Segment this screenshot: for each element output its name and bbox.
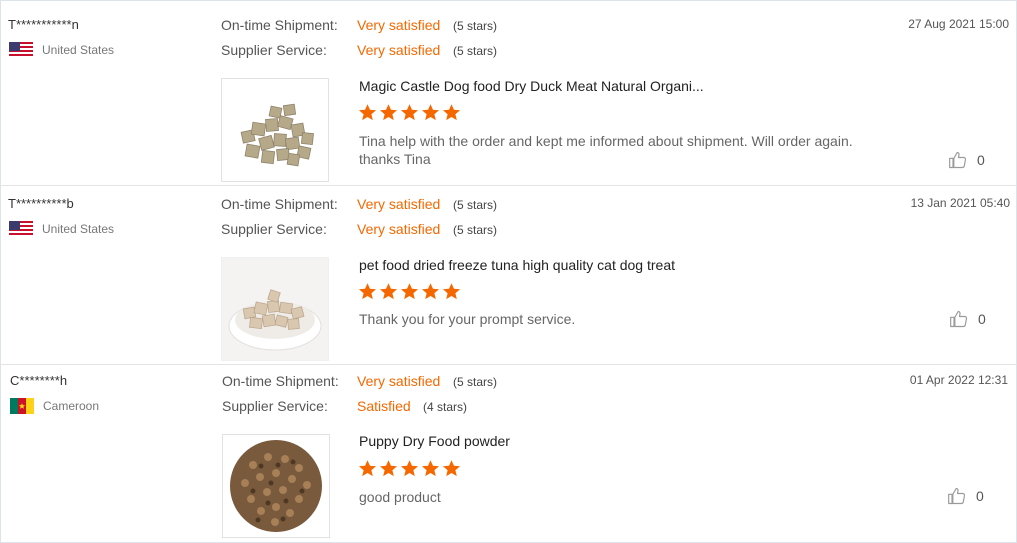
shipment-value: Very satisfied	[357, 373, 441, 389]
product-thumbnail[interactable]	[221, 78, 329, 182]
service-label: Supplier Service:	[221, 221, 327, 237]
star-icon	[379, 283, 398, 300]
reviewer-name: C********h	[10, 373, 68, 388]
shipment-label: On-time Shipment:	[222, 373, 339, 389]
shipment-stars-text: (5 stars)	[453, 198, 498, 212]
product-title[interactable]: Magic Castle Dog food Dry Duck Meat Natu…	[359, 78, 704, 94]
review-comment: Thank you for your prompt service.	[359, 311, 576, 327]
service-label: Supplier Service:	[222, 398, 328, 414]
service-value: Very satisfied	[357, 221, 441, 237]
star-icon	[400, 104, 419, 121]
dry-kibble-pile-image	[223, 435, 329, 537]
review-item: C********h Cameroon On-time Shipment: Ve…	[0, 364, 1017, 542]
product-title[interactable]: Puppy Dry Food powder	[359, 433, 510, 449]
shipment-value: Very satisfied	[357, 17, 441, 33]
country-name: United States	[42, 42, 115, 57]
country-name: United States	[42, 221, 115, 236]
review-divider	[0, 364, 1017, 365]
star-icon	[379, 460, 398, 477]
review-date: 27 Aug 2021 15:00	[908, 17, 1009, 31]
us-flag-icon	[9, 41, 33, 58]
star-rating	[358, 282, 461, 301]
service-stars-text: (5 stars)	[453, 223, 498, 237]
star-icon	[358, 283, 377, 300]
star-icon	[442, 460, 461, 477]
star-icon	[358, 104, 377, 121]
like-button[interactable]: 0	[947, 486, 984, 506]
shipment-label: On-time Shipment:	[221, 196, 338, 212]
like-count: 0	[976, 488, 984, 504]
like-button[interactable]: 0	[949, 309, 986, 329]
star-icon	[400, 283, 419, 300]
review-date: 01 Apr 2022 12:31	[909, 373, 1008, 387]
review-item: T***********n United States On-time Ship…	[0, 0, 1017, 182]
star-rating	[358, 103, 461, 122]
shipment-stars-text: (5 stars)	[453, 19, 498, 33]
service-stars-text: (4 stars)	[423, 400, 468, 414]
star-rating	[358, 459, 461, 478]
cameroon-flag-icon	[10, 397, 34, 414]
star-icon	[421, 460, 440, 477]
star-icon	[400, 460, 419, 477]
star-icon	[379, 104, 398, 121]
star-icon	[442, 283, 461, 300]
country-name: Cameroon	[43, 398, 100, 413]
like-count: 0	[978, 311, 986, 327]
reviewer-country: United States	[9, 220, 115, 237]
shipment-value: Very satisfied	[357, 196, 441, 212]
us-flag-icon	[9, 220, 33, 237]
thumbs-up-icon	[948, 487, 966, 505]
service-value: Satisfied	[357, 398, 411, 414]
reviewer-country: Cameroon	[10, 397, 100, 414]
review-comment: Tina help with the order and kept me inf…	[359, 133, 853, 167]
review-comment: good product	[359, 489, 441, 505]
star-icon	[421, 104, 440, 121]
freeze-dried-duck-cubes-image	[222, 79, 328, 181]
reviewer-name: T***********n	[8, 17, 79, 32]
product-title[interactable]: pet food dried freeze tuna high quality …	[359, 257, 675, 273]
service-value: Very satisfied	[357, 42, 441, 58]
reviewer-name: T**********b	[8, 196, 74, 211]
star-icon	[358, 460, 377, 477]
reviewer-country: United States	[9, 41, 115, 58]
like-count: 0	[977, 152, 985, 168]
shipment-stars-text: (5 stars)	[453, 375, 498, 389]
product-thumbnail[interactable]	[222, 434, 330, 538]
thumbs-up-icon	[950, 310, 968, 328]
star-icon	[421, 283, 440, 300]
shipment-label: On-time Shipment:	[221, 17, 338, 33]
product-thumbnail[interactable]	[221, 257, 329, 361]
service-stars-text: (5 stars)	[453, 44, 498, 58]
thumbs-up-icon	[949, 151, 967, 169]
service-label: Supplier Service:	[221, 42, 327, 58]
like-button[interactable]: 0	[948, 150, 985, 170]
review-item: T**********b United States On-time Shipm…	[0, 185, 1017, 363]
freeze-dried-tuna-bowl-image	[222, 258, 328, 360]
review-date: 13 Jan 2021 05:40	[910, 196, 1010, 210]
star-icon	[442, 104, 461, 121]
review-divider	[0, 185, 1017, 186]
